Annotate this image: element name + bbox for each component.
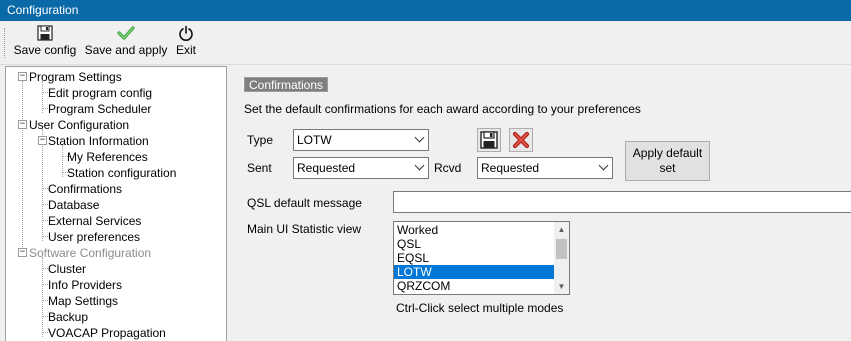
tree-connector	[42, 257, 43, 337]
save-config-label: Save config	[13, 43, 77, 57]
tree-item-user-preferences[interactable]: User preferences	[48, 229, 140, 245]
window-titlebar: Configuration	[0, 0, 851, 21]
apply-default-set-button[interactable]: Apply default set	[625, 141, 710, 181]
floppy-disk-icon	[480, 131, 498, 149]
chevron-down-icon	[414, 132, 425, 143]
chevron-down-icon	[414, 160, 425, 171]
rcvd-select-value: Requested	[481, 161, 540, 175]
sent-select-value: Requested	[297, 161, 356, 175]
tree-item-software-configuration[interactable]: Software Configuration	[29, 245, 151, 261]
statistic-view-listbox[interactable]: Worked QSL EQSL LOTW QRZCOM ▲ ▼	[393, 221, 570, 295]
section-title: Confirmations	[244, 77, 329, 92]
collapse-icon[interactable]: −	[38, 136, 47, 145]
scroll-down-arrow-icon[interactable]: ▼	[554, 279, 569, 294]
tree-item-user-configuration[interactable]: User Configuration	[29, 117, 129, 133]
toolbar-grip[interactable]	[4, 28, 6, 58]
settings-tree[interactable]: − − − − Program Settings Edit program co…	[5, 66, 227, 341]
collapse-icon[interactable]: −	[18, 248, 27, 257]
tree-item-external-services[interactable]: External Services	[48, 213, 141, 229]
red-x-icon	[512, 131, 530, 149]
tree-item-edit-program-config[interactable]: Edit program config	[48, 85, 152, 101]
save-config-button[interactable]: Save config	[12, 25, 78, 61]
tree-item-station-configuration[interactable]: Station configuration	[67, 165, 176, 181]
tree-item-voacap-propagation[interactable]: VOACAP Propagation	[48, 325, 166, 341]
delete-type-button[interactable]	[509, 128, 533, 152]
tree-connector	[42, 129, 43, 241]
sent-select[interactable]: Requested	[293, 157, 429, 179]
qsl-default-message-label: QSL default message	[247, 196, 362, 210]
floppy-disk-icon	[37, 25, 53, 42]
rcvd-select[interactable]: Requested	[477, 157, 613, 179]
power-icon	[178, 25, 194, 42]
tree-item-confirmations[interactable]: Confirmations	[48, 181, 122, 197]
scroll-up-arrow-icon[interactable]: ▲	[554, 222, 569, 237]
qsl-default-message-value	[394, 195, 397, 209]
rcvd-label: Rcvd	[434, 161, 462, 175]
statistic-view-options: Worked QSL EQSL LOTW QRZCOM	[394, 223, 554, 293]
exit-button[interactable]: Exit	[172, 25, 200, 61]
save-and-apply-button[interactable]: Save and apply	[84, 25, 168, 61]
type-label: Type	[247, 133, 274, 147]
apply-default-label-line2: set	[659, 161, 676, 175]
list-item[interactable]: QSL	[394, 237, 554, 251]
exit-label: Exit	[175, 43, 196, 57]
multi-select-hint: Ctrl-Click select multiple modes	[396, 301, 564, 315]
window-title: Configuration	[7, 3, 79, 17]
checkmark-icon	[117, 25, 135, 42]
list-item[interactable]: QRZCOM	[394, 279, 554, 293]
tree-item-backup[interactable]: Backup	[48, 309, 88, 325]
sent-label: Sent	[247, 161, 272, 175]
tree-item-my-references[interactable]: My References	[67, 149, 148, 165]
collapse-icon[interactable]: −	[18, 72, 27, 81]
list-item-selected[interactable]: LOTW	[394, 265, 554, 279]
apply-default-label-line1: Apply default	[632, 146, 703, 160]
type-select-value: LOTW	[297, 133, 332, 147]
tree-item-map-settings[interactable]: Map Settings	[48, 293, 118, 309]
save-and-apply-label: Save and apply	[84, 43, 168, 57]
main-ui-statistic-view-label: Main UI Statistic view	[247, 222, 362, 236]
scrollbar-thumb[interactable]	[556, 239, 567, 259]
tree-item-station-information[interactable]: Station Information	[48, 133, 149, 149]
tree-item-program-settings[interactable]: Program Settings	[29, 69, 122, 85]
type-select[interactable]: LOTW	[293, 129, 429, 151]
listbox-scrollbar[interactable]: ▲ ▼	[554, 222, 569, 294]
qsl-default-message-input[interactable]	[393, 191, 851, 213]
list-item[interactable]: Worked	[394, 223, 554, 237]
toolbar: Save config Save and apply Exit	[0, 21, 851, 65]
tree-item-info-providers[interactable]: Info Providers	[48, 277, 122, 293]
save-type-button[interactable]	[477, 128, 501, 152]
confirmations-panel: Confirmations Set the default confirmati…	[232, 66, 851, 341]
description-text: Set the default confirmations for each a…	[244, 102, 641, 116]
tree-item-program-scheduler[interactable]: Program Scheduler	[48, 101, 151, 117]
chevron-down-icon	[598, 160, 609, 171]
collapse-icon[interactable]: −	[18, 120, 27, 129]
tree-item-database[interactable]: Database	[48, 197, 99, 213]
tree-connector	[22, 81, 23, 253]
tree-item-cluster[interactable]: Cluster	[48, 261, 86, 277]
list-item[interactable]: EQSL	[394, 251, 554, 265]
